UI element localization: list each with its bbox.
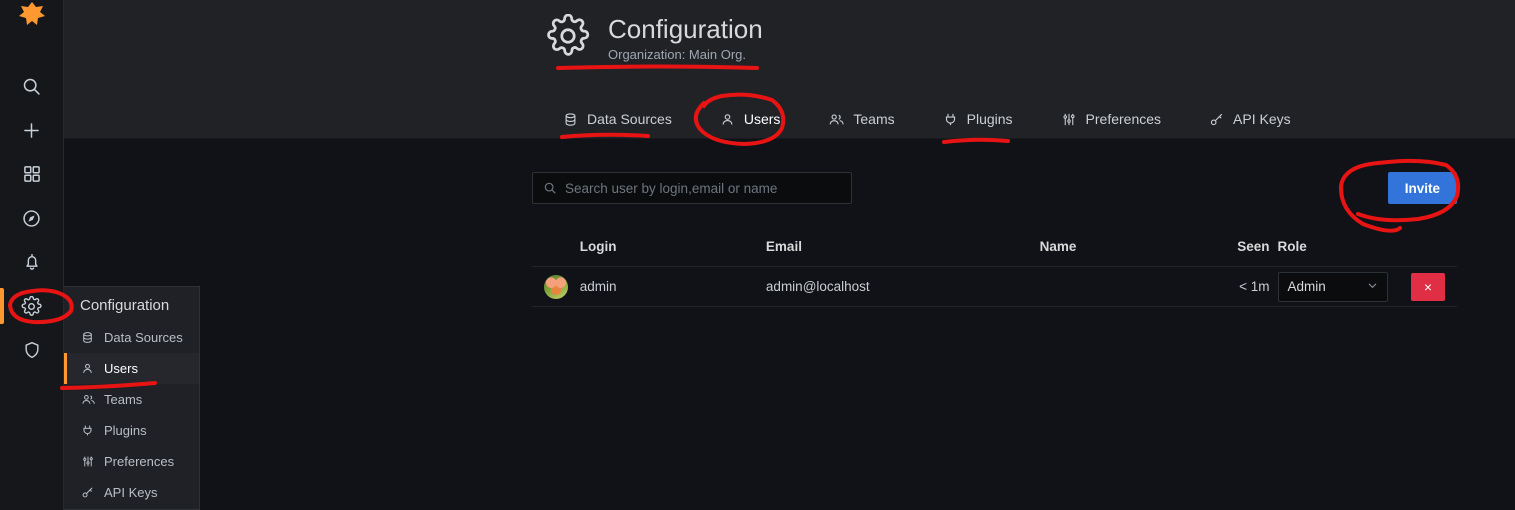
search-icon [543, 181, 557, 195]
column-header-login: Login [579, 239, 617, 254]
tab-label: Users [743, 111, 781, 127]
menu-item-label: Preferences [104, 454, 175, 469]
menu-item-label: Users [104, 361, 138, 376]
sliders-icon [80, 455, 95, 468]
page-title: Configuration [608, 14, 763, 45]
role-select[interactable]: Admin [1277, 271, 1388, 302]
search-user-box[interactable] [532, 172, 852, 204]
menu-item-data-sources[interactable]: Data Sources [64, 322, 199, 353]
configuration-flyout-menu: Configuration Data Sources Users Teams P… [64, 286, 200, 510]
column-header-email: Email [765, 239, 802, 254]
menu-item-users[interactable]: Users [64, 353, 199, 384]
search-icon[interactable] [0, 64, 64, 108]
cell-name [1039, 266, 1217, 307]
delete-user-button[interactable]: × [1411, 272, 1445, 301]
key-icon [80, 486, 95, 499]
menu-item-plugins[interactable]: Plugins [64, 415, 199, 446]
tab-bar: Data Sources Users Teams Plugins Prefere… [64, 99, 1515, 139]
users-alt-icon [80, 393, 95, 406]
tab-data-sources[interactable]: Data Sources [539, 99, 696, 139]
table-header-row: Login Email Name Seen Role [532, 239, 1457, 267]
column-header-avatar [532, 239, 580, 267]
users-toolbar: Invite [532, 172, 1457, 204]
invite-button[interactable]: Invite [1387, 172, 1457, 204]
column-header-name: Name [1039, 239, 1077, 254]
user-icon [720, 112, 735, 127]
plus-icon[interactable] [0, 108, 64, 152]
grafana-logo-icon[interactable] [0, 0, 64, 26]
avatar [544, 274, 568, 299]
menu-item-label: Data Sources [104, 330, 183, 345]
menu-item-label: API Keys [104, 485, 158, 500]
grafana-configuration-page: Configuration Organization: Main Org. Da… [0, 0, 1515, 510]
tab-users[interactable]: Users [696, 99, 805, 139]
sidebar-item-configuration[interactable] [0, 284, 64, 328]
sliders-icon [1061, 112, 1077, 127]
column-header-seen: Seen [1237, 239, 1270, 254]
cell-actions: × [1397, 266, 1457, 307]
database-icon [563, 112, 578, 127]
search-input[interactable] [565, 180, 841, 196]
users-alt-icon [828, 112, 845, 127]
chevron-down-icon [1367, 280, 1378, 294]
tab-teams[interactable]: Teams [804, 99, 918, 139]
bell-alerting-icon[interactable] [0, 240, 64, 284]
tab-label: Data Sources [587, 111, 672, 127]
gear-configuration-icon [21, 295, 42, 317]
page-header: Configuration Organization: Main Org. Da… [64, 0, 1515, 139]
cell-seen: < 1m [1216, 266, 1278, 307]
gear-configuration-icon [546, 13, 590, 63]
role-select-value: Admin [1287, 279, 1326, 294]
menu-item-teams[interactable]: Teams [64, 384, 199, 415]
users-content: Invite Login Email Name Seen Role [64, 139, 1515, 510]
tab-label: Teams [853, 111, 895, 127]
page-subtitle: Organization: Main Org. [608, 46, 747, 62]
menu-item-label: Plugins [104, 423, 147, 438]
user-avatar-cell [532, 266, 580, 307]
database-icon [80, 331, 95, 344]
tab-label: API Keys [1233, 111, 1291, 127]
column-header-role: Role [1277, 239, 1307, 254]
sidebar-icon-rail [0, 0, 64, 510]
cell-role: Admin [1277, 266, 1398, 307]
column-header-actions [1397, 239, 1457, 267]
tab-label: Plugins [966, 111, 1013, 127]
shield-server-admin-icon[interactable] [0, 328, 64, 372]
plug-icon [943, 112, 958, 127]
user-icon [80, 362, 95, 375]
users-table: Login Email Name Seen Role admin admin@l… [532, 239, 1457, 307]
key-icon [1209, 112, 1224, 127]
compass-explore-icon[interactable] [0, 196, 64, 240]
menu-item-label: Teams [104, 392, 143, 407]
flyout-title: Configuration [80, 297, 170, 314]
tab-preferences[interactable]: Preferences [1037, 99, 1185, 139]
menu-item-preferences[interactable]: Preferences [64, 446, 199, 477]
tab-label: Preferences [1085, 111, 1162, 127]
tab-api-keys[interactable]: API Keys [1185, 99, 1315, 139]
dashboards-grid-icon[interactable] [0, 152, 64, 196]
menu-item-api-keys[interactable]: API Keys [64, 477, 199, 508]
cell-email: admin@localhost [765, 266, 1040, 307]
cell-login: admin [579, 266, 766, 307]
tab-plugins[interactable]: Plugins [919, 99, 1037, 139]
table-row[interactable]: admin admin@localhost < 1m Admin × [532, 266, 1457, 307]
plug-icon [80, 424, 95, 437]
